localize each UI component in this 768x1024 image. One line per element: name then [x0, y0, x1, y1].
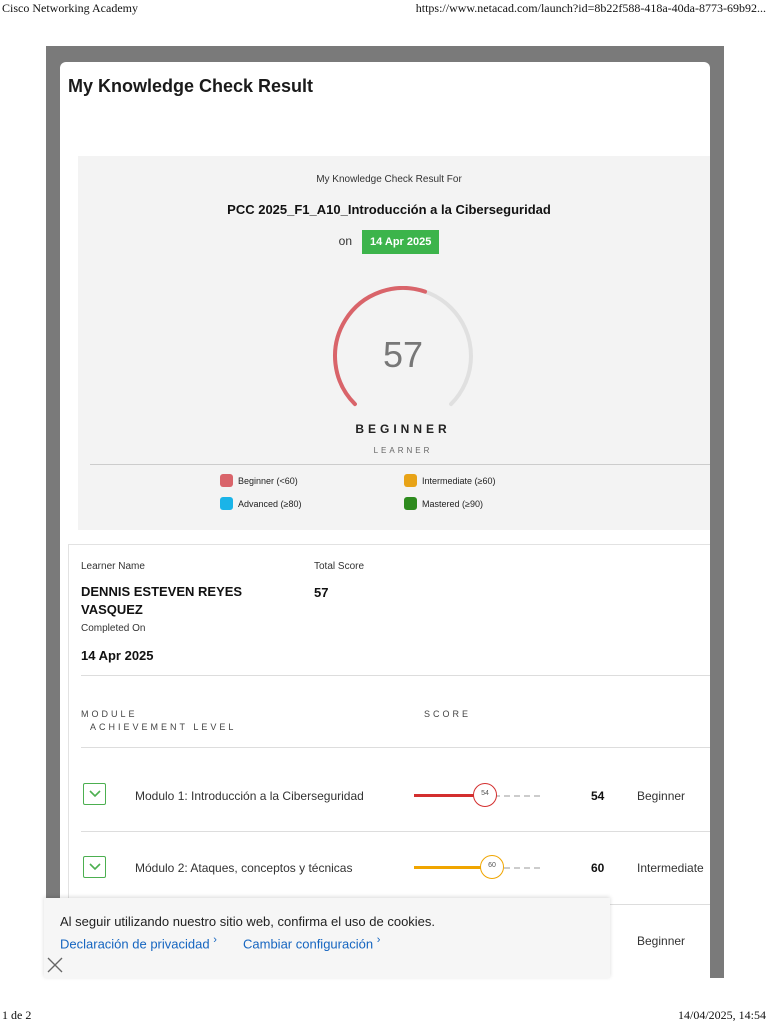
score-bar-knob: 54 — [473, 783, 497, 807]
legend-swatch — [404, 497, 417, 510]
course-title: PCC 2025_F1_A10_Introducción a la Cibers… — [227, 202, 551, 217]
legend-label: Beginner (<60) — [238, 475, 298, 486]
total-score: 57 — [314, 585, 329, 600]
module-level: Intermediate — [637, 861, 704, 875]
print-datetime: 14/04/2025, 14:54 — [677, 1008, 766, 1022]
module-score: 60 — [591, 861, 605, 875]
table-row: Modulo 1: Introducción a la Cibersegurid… — [69, 757, 710, 831]
legend-item-intermediate: Intermediate (≥60) — [404, 474, 495, 487]
expand-button[interactable] — [83, 856, 106, 878]
print-footer: 1 de 2 14/04/2025, 14:54 — [0, 1006, 768, 1024]
expand-button[interactable] — [83, 783, 106, 805]
result-for-label: My Knowledge Check Result For — [316, 174, 462, 185]
change-settings-label: Cambiar configuración — [243, 936, 374, 952]
table-row: Módulo 2: Ataques, conceptos y técnicas … — [69, 831, 710, 905]
cookie-banner: Al seguir utilizando nuestro sitio web, … — [44, 898, 610, 978]
legend-swatch — [220, 474, 233, 487]
viewport-frame: My Knowledge Check Result My Knowledge C… — [46, 46, 724, 978]
score-bar-knob: 60 — [480, 855, 504, 879]
achievement-level: BEGINNER — [355, 422, 451, 436]
legend-label: Intermediate (≥60) — [422, 475, 496, 486]
module-name: Módulo 2: Ataques, conceptos y técnicas — [135, 861, 353, 875]
legend-item-advanced: Advanced (≥80) — [220, 497, 301, 510]
change-settings-link[interactable]: Cambiar configuración › — [243, 934, 380, 951]
result-summary: My Knowledge Check Result For PCC 2025_F… — [78, 156, 710, 530]
gauge-score: 57 — [382, 334, 424, 375]
privacy-link[interactable]: Declaración de privacidad › — [60, 934, 217, 951]
column-module: MODULE — [81, 709, 138, 719]
divider — [81, 675, 710, 676]
chevron-down-icon — [89, 790, 101, 798]
module-name: Modulo 1: Introducción a la Cibersegurid… — [135, 789, 364, 803]
legend-item-beginner: Beginner (<60) — [220, 474, 298, 487]
print-header: Cisco Networking Academy https://www.net… — [0, 0, 768, 18]
legend-label: Advanced (≥80) — [238, 498, 302, 509]
module-level: Beginner — [637, 934, 686, 948]
learner-name-label: Learner Name — [81, 561, 145, 572]
cookie-message: Al seguir utilizando nuestro sitio web, … — [60, 914, 436, 929]
divider — [81, 747, 710, 748]
result-date-row: on 14 Apr 2025 — [78, 230, 700, 254]
score-bar-fill — [414, 794, 475, 797]
print-page-number: 1 de 2 — [2, 1008, 32, 1022]
achievement-sublevel: LEARNER — [373, 446, 433, 455]
divider — [90, 464, 710, 465]
total-score-label: Total Score — [314, 561, 365, 572]
completed-on: 14 Apr 2025 — [81, 648, 154, 663]
print-url: https://www.netacad.com/launch?id=8b22f5… — [415, 1, 766, 15]
date-badge: 14 Apr 2025 — [362, 230, 440, 254]
close-icon[interactable] — [46, 956, 64, 974]
legend-item-mastered: Mastered (≥90) — [404, 497, 483, 510]
learner-name: DENNIS ESTEVEN REYES VASQUEZ — [81, 584, 243, 617]
legend-swatch — [220, 497, 233, 510]
score-bar-fill — [414, 866, 482, 869]
column-achievement-level: ACHIEVEMENT LEVEL — [90, 722, 237, 732]
module-score: 54 — [591, 789, 605, 803]
result-card: My Knowledge Check Result My Knowledge C… — [60, 62, 710, 978]
on-label: on — [338, 234, 352, 248]
print-page-title: Cisco Networking Academy — [2, 1, 138, 15]
completed-on-label: Completed On — [81, 623, 146, 634]
chevron-right-icon: › — [376, 934, 381, 946]
privacy-link-label: Declaración de privacidad — [60, 936, 210, 952]
chevron-down-icon — [89, 863, 101, 871]
legend-swatch — [404, 474, 417, 487]
module-level: Beginner — [637, 789, 686, 803]
column-score: SCORE — [424, 709, 472, 719]
chevron-right-icon: › — [213, 934, 217, 946]
page-title: My Knowledge Check Result — [68, 76, 314, 96]
legend-label: Mastered (≥90) — [422, 498, 483, 509]
